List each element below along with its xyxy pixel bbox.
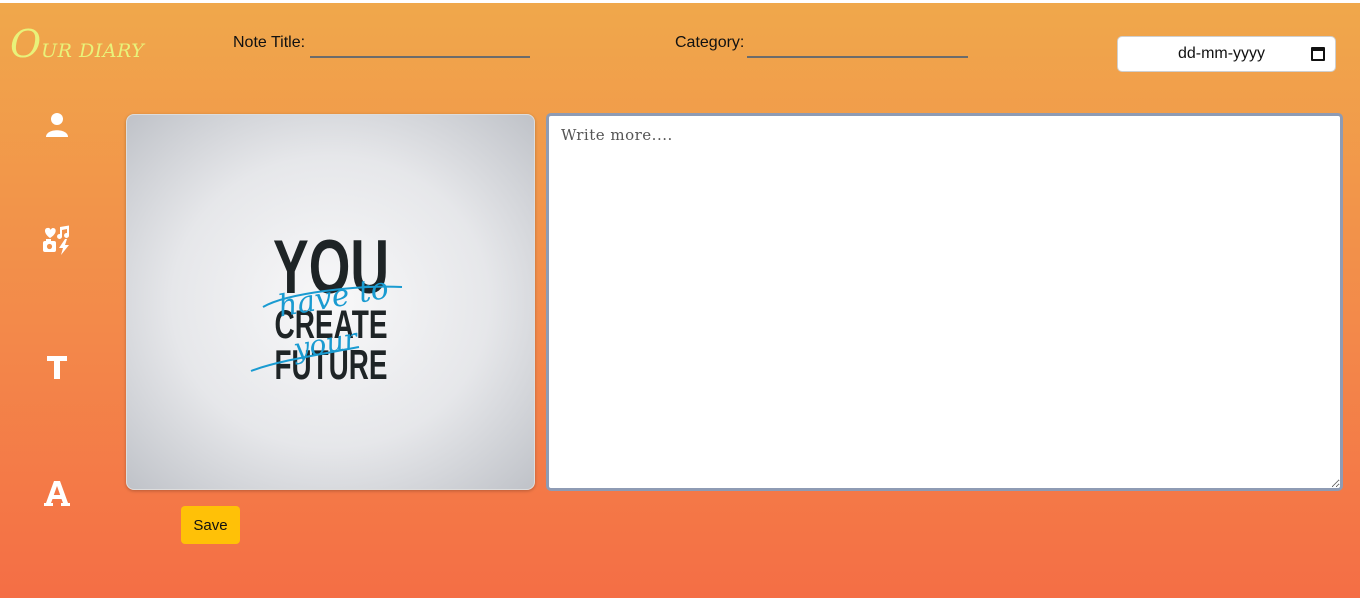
top-border: [0, 0, 1360, 3]
media-icon[interactable]: [41, 224, 73, 256]
motivational-poster: YOU CREATE FUTURE have to your: [250, 225, 403, 388]
image-card: YOU CREATE FUTURE have to your: [126, 114, 535, 490]
category-label: Category:: [675, 34, 745, 51]
font-icon[interactable]: [41, 477, 73, 509]
save-button[interactable]: Save: [181, 506, 240, 544]
note-title-label: Note Title:: [233, 34, 306, 51]
logo-text: UR DIARY: [41, 40, 145, 62]
app-logo[interactable]: OUR DIARY: [10, 22, 144, 66]
date-picker[interactable]: dd-mm-yyyy: [1117, 36, 1336, 72]
calendar-icon[interactable]: [1311, 47, 1325, 61]
note-title-input[interactable]: [310, 38, 530, 58]
notes-textarea[interactable]: [546, 113, 1343, 491]
logo-initial: O: [10, 22, 42, 66]
text-icon[interactable]: [41, 351, 73, 383]
user-icon[interactable]: [41, 109, 73, 141]
date-placeholder: dd-mm-yyyy: [1177, 45, 1266, 62]
category-input[interactable]: [747, 38, 968, 58]
